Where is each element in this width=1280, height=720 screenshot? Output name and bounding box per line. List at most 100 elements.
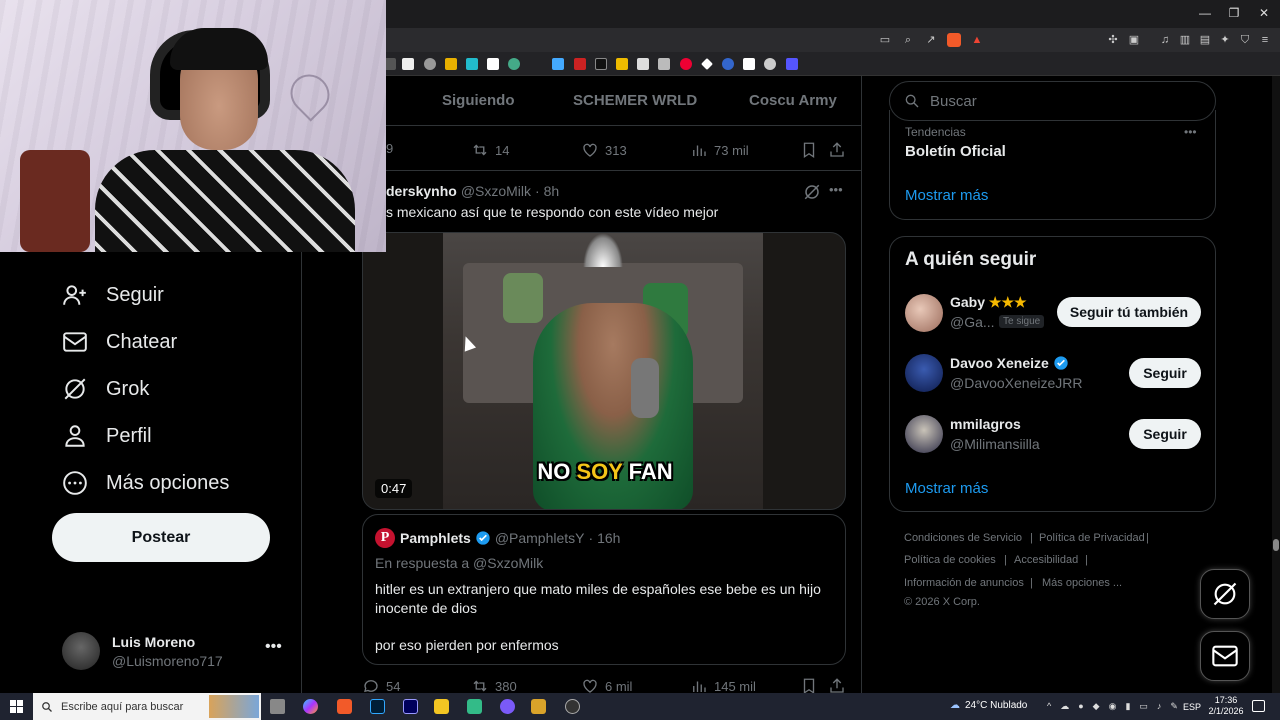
bookmark-icon[interactable]	[616, 58, 628, 70]
share-icon[interactable]: ↗	[924, 33, 938, 47]
bookmark-icon[interactable]	[574, 58, 586, 70]
bookmark-icon[interactable]	[786, 58, 798, 70]
account-switcher[interactable]: Luis Moreno @Luismoreno717 •••	[62, 630, 302, 674]
wallet-icon[interactable]: ▤	[1198, 33, 1212, 47]
tweet-handle[interactable]: @SxzoMilk	[461, 183, 531, 199]
leo-icon[interactable]: ✦	[1218, 33, 1232, 47]
bookmark-icon[interactable]	[722, 58, 734, 70]
mic-icon[interactable]: ▮	[1125, 701, 1130, 712]
user-name[interactable]: mmilagros	[950, 416, 1021, 432]
task-view-icon[interactable]	[270, 699, 285, 714]
close-icon[interactable]: ✕	[1249, 6, 1279, 20]
bookmark-icon[interactable]	[595, 58, 607, 70]
start-icon[interactable]	[10, 700, 23, 713]
bookmark-icon[interactable]	[508, 58, 520, 70]
weather-widget[interactable]: ☁ 24°C Nublado	[950, 700, 1027, 711]
brave-icon[interactable]	[337, 699, 352, 714]
bookmark-icon[interactable]	[764, 58, 776, 70]
menu-icon[interactable]: ≡	[1258, 33, 1272, 47]
bookmark-icon[interactable]	[743, 58, 755, 70]
follow-back-button[interactable]: Seguir tú también	[1057, 297, 1201, 327]
messages-fab[interactable]	[1200, 631, 1250, 681]
page-scrollbar[interactable]	[1272, 76, 1280, 693]
cloud-icon[interactable]: ☁	[1060, 701, 1069, 712]
retweet-button[interactable]: 14	[471, 141, 509, 159]
app-icon[interactable]	[531, 699, 546, 714]
tab-siguiendo[interactable]: Siguiendo	[442, 92, 515, 109]
brave-rewards-icon[interactable]: ▲	[970, 33, 984, 47]
bookmark-icon[interactable]	[402, 58, 414, 70]
app-icon[interactable]	[500, 699, 515, 714]
screenshot-icon[interactable]: ▣	[1127, 33, 1141, 47]
network-icon[interactable]: ▭	[1139, 701, 1148, 712]
trend-title[interactable]: Boletín Oficial	[905, 143, 1006, 160]
tab-schemer-wrld[interactable]: SCHEMER WRLD	[573, 92, 697, 109]
minimize-icon[interactable]: —	[1190, 6, 1220, 20]
follow-button[interactable]: Seguir	[1129, 358, 1201, 388]
like-button[interactable]: 313	[581, 141, 627, 159]
premiere-icon[interactable]	[403, 699, 418, 714]
nav-item-chat[interactable]: Chatear	[62, 322, 177, 362]
footer-link[interactable]: Accesibilidad	[1014, 554, 1078, 566]
user-name[interactable]: Gaby ★★★	[950, 294, 1027, 311]
pen-icon[interactable]: ✎	[1170, 701, 1178, 712]
reply-count[interactable]: 9	[386, 141, 393, 156]
tray-icon[interactable]: ●	[1078, 701, 1083, 712]
bookmark-icon[interactable]	[424, 58, 436, 70]
volume-icon[interactable]: ♪	[1157, 701, 1162, 712]
bookmark-icon[interactable]	[658, 58, 670, 70]
more-icon[interactable]: •••	[1184, 125, 1197, 139]
nav-item-grok[interactable]: Grok	[62, 369, 149, 409]
share-button[interactable]	[828, 141, 846, 159]
footer-link[interactable]: Información de anuncios	[904, 577, 1024, 589]
tweet-time[interactable]: · 8h	[535, 183, 559, 199]
grok-fab[interactable]	[1200, 569, 1250, 619]
maximize-icon[interactable]: ❐	[1219, 6, 1249, 20]
notification-icon[interactable]	[1252, 700, 1265, 712]
tray-icon[interactable]: ◆	[1093, 701, 1100, 712]
avatar[interactable]	[905, 354, 943, 392]
show-more-link[interactable]: Mostrar más	[905, 480, 988, 497]
extensions-icon[interactable]: ✣	[1106, 33, 1120, 47]
photoshop-icon[interactable]	[370, 699, 385, 714]
bookmark-button[interactable]	[800, 141, 818, 159]
system-tray[interactable]: ^ ☁ ● ◆ ◉ ▮ ▭ ♪ ✎	[1047, 701, 1178, 712]
show-more-link[interactable]: Mostrar más	[905, 187, 988, 204]
search-input[interactable]	[930, 92, 1190, 110]
scrollbar-thumb[interactable]	[1273, 539, 1279, 551]
cast-icon[interactable]: ▭	[878, 33, 892, 47]
clock[interactable]: 17:36 2/1/2026	[1205, 695, 1247, 717]
more-icon[interactable]: •••	[265, 638, 282, 656]
views-button[interactable]: 73 mil	[690, 141, 749, 159]
sidebar-icon[interactable]: ▥	[1178, 33, 1192, 47]
bookmark-icon[interactable]	[487, 58, 499, 70]
quoted-tweet[interactable]: P Pamphlets @PamphletsY · 16h En respues…	[362, 514, 846, 665]
app-icon[interactable]	[565, 699, 580, 714]
steam-icon[interactable]: ◉	[1109, 701, 1117, 712]
store-icon[interactable]	[467, 699, 482, 714]
nav-item-more[interactable]: Más opciones	[62, 463, 229, 503]
avatar[interactable]	[905, 415, 943, 453]
user-name[interactable]: Davoo Xeneize	[950, 355, 1069, 371]
more-icon[interactable]: •••	[829, 182, 843, 197]
bookmark-icon[interactable]	[552, 58, 564, 70]
brave-shield-icon[interactable]	[947, 33, 961, 47]
footer-link[interactable]: Condiciones de Servicio	[904, 532, 1022, 544]
footer-link[interactable]: Más opciones ...	[1042, 577, 1122, 589]
footer-link[interactable]: Política de cookies	[904, 554, 996, 566]
tab-coscu-army[interactable]: Coscu Army	[749, 92, 837, 109]
nav-item-profile[interactable]: Perfil	[62, 416, 152, 456]
tweet-author-name[interactable]: derskynho	[386, 183, 457, 199]
chevron-up-icon[interactable]: ^	[1047, 701, 1051, 712]
bookmark-icon[interactable]	[445, 58, 457, 70]
post-button[interactable]: Postear	[52, 513, 270, 562]
tweet-video[interactable]: NO SOY FAN 0:47	[362, 232, 846, 510]
file-explorer-icon[interactable]	[434, 699, 449, 714]
language-indicator[interactable]: ESP	[1183, 702, 1201, 712]
vpn-icon[interactable]: ⛉	[1238, 33, 1252, 47]
bookmark-icon[interactable]	[701, 58, 713, 70]
avatar[interactable]	[905, 294, 943, 332]
music-icon[interactable]: ♫	[1158, 33, 1172, 47]
grok-icon[interactable]	[803, 183, 821, 201]
copilot-icon[interactable]	[303, 699, 318, 714]
